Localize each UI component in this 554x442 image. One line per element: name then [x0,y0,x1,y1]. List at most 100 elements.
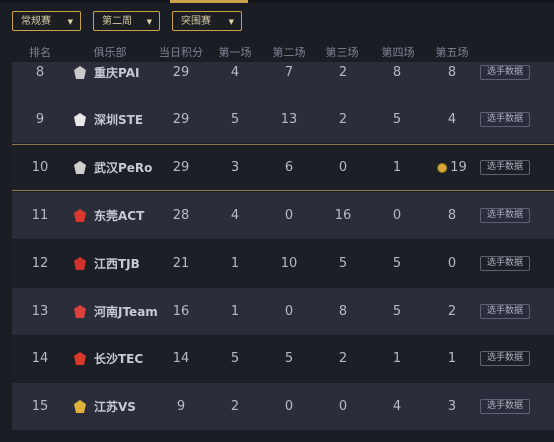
player-stats-button[interactable]: 选手数据 [480,398,530,414]
g1-value: 4 [230,65,240,80]
player-stats-button[interactable]: 选手数据 [480,159,530,175]
g3-value: 5 [338,256,348,271]
club-logo-icon [74,304,86,318]
game-score-cell: 2 [231,383,239,430]
game-score-cell: 13 [281,96,298,143]
points-cell: 29 [173,62,190,96]
game-score-cell: 5 [285,335,293,382]
g1-value: 4 [230,208,240,223]
season-type-dropdown[interactable]: 常规赛 ▼ [12,11,81,31]
rank-value: 14 [31,351,49,366]
game-score-cell: 4 [231,62,239,96]
club-name: 东莞ACT [94,209,145,223]
game-score-cell: 1 [393,145,401,190]
chevron-down-icon: ▼ [146,18,152,26]
g1-value: 1 [230,256,240,271]
game-score-cell: 4 [393,383,401,430]
game-score-cell: 8 [448,192,456,239]
table-header: 排名 俱乐部 当日积分 第一场 第二场 第三场 第四场 第五场 [0,40,554,62]
g5-value: 2 [447,304,457,319]
club-logo-icon [74,160,86,174]
game-score-cell: 0 [285,192,293,239]
col-game2-header: 第二场 [272,46,306,59]
col-points-header: 当日积分 [159,46,203,59]
player-stats-button[interactable]: 选手数据 [480,255,530,271]
player-stats-button[interactable]: 选手数据 [480,207,530,223]
game-score-cell: 7 [285,62,293,96]
player-stats-button[interactable]: 选手数据 [480,303,530,319]
g1-value: 5 [230,112,240,127]
g3-value: 8 [338,304,348,319]
club-cell: 江苏VS [72,383,136,430]
g5-value: 8 [447,208,457,223]
game-score-cell: 3 [231,145,239,190]
points-cell: 14 [173,335,190,382]
standings-table: 8 29 4 7 2 8 8 重庆PAI 选手数据 9 29 5 13 2 5 4 深圳STE 选手数据 10 29 3… [12,62,554,442]
points-value: 29 [172,112,190,127]
week-label: 第二周 [102,16,132,27]
points-cell: 16 [173,288,190,335]
stage-dropdown[interactable]: 突围赛 ▼ [172,11,242,31]
club-logo-icon [74,399,86,413]
g3-value: 2 [338,112,348,127]
club-name: 武汉PeRo [94,161,153,175]
g3-value: 0 [338,399,348,414]
player-stats-button[interactable]: 选手数据 [480,350,530,366]
club-cell: 武汉PeRo [72,145,152,190]
g1-value: 1 [230,304,240,319]
game-score-cell: 5 [393,240,401,287]
club-logo-icon [74,65,86,79]
game-score-cell: 5 [231,96,239,143]
rank-cell: 11 [32,192,49,239]
g2-value: 10 [280,256,298,271]
g3-value: 2 [338,351,348,366]
game-score-cell: 0 [285,383,293,430]
club-name: 长沙TEC [94,352,144,366]
points-value: 28 [172,208,190,223]
g5-value: 3 [447,399,457,414]
game-score-cell: 5 [339,240,347,287]
g1-value: 2 [230,399,240,414]
game-score-cell: 2 [448,288,456,335]
col-game4-header: 第四场 [381,46,415,59]
rank-cell: 13 [32,288,49,335]
g2-value: 0 [284,304,294,319]
club-logo-icon [74,112,86,126]
table-row: 11 28 4 0 16 0 8 东莞ACT 选手数据 [12,192,554,239]
game-score-cell: 1 [231,240,239,287]
player-stats-button[interactable]: 选手数据 [480,111,530,127]
chevron-down-icon: ▼ [228,18,234,26]
game-score-cell: 0 [448,240,456,287]
club-name: 重庆PAI [94,66,140,80]
table-row: 14 14 5 5 2 1 1 长沙TEC 选手数据 [12,335,554,382]
table-row: 10 29 3 6 0 1 19 武汉PeRo 选手数据 [12,144,554,191]
rank-cell: 14 [32,335,49,382]
top-tab-bar [0,0,554,3]
medal-icon [437,162,448,173]
rank-value: 12 [31,256,49,271]
rank-value: 15 [31,399,49,414]
points-value: 29 [172,160,190,175]
points-cell: 29 [173,145,190,190]
week-dropdown[interactable]: 第二周 ▼ [93,11,160,31]
g2-value: 6 [284,160,294,175]
rank-cell: 10 [32,145,49,190]
points-value: 14 [172,351,190,366]
g4-value: 5 [392,112,402,127]
club-name: 河南JTeam [94,305,158,319]
game-score-cell: 1 [393,335,401,382]
game-score-cell: 8 [339,288,347,335]
game-score-cell: 5 [231,335,239,382]
club-logo-icon [74,208,86,222]
rank-value: 8 [35,65,45,80]
g2-value: 7 [284,65,294,80]
g5-value: 0 [447,256,457,271]
game-score-cell: 8 [448,62,456,96]
g4-value: 5 [392,304,402,319]
points-value: 21 [172,256,190,271]
player-stats-button[interactable]: 选手数据 [480,64,530,80]
active-tab-indicator [170,0,248,3]
table-row: 12 21 1 10 5 5 0 江西TJB 选手数据 [12,240,554,287]
g4-value: 5 [392,256,402,271]
g3-value: 16 [334,208,352,223]
